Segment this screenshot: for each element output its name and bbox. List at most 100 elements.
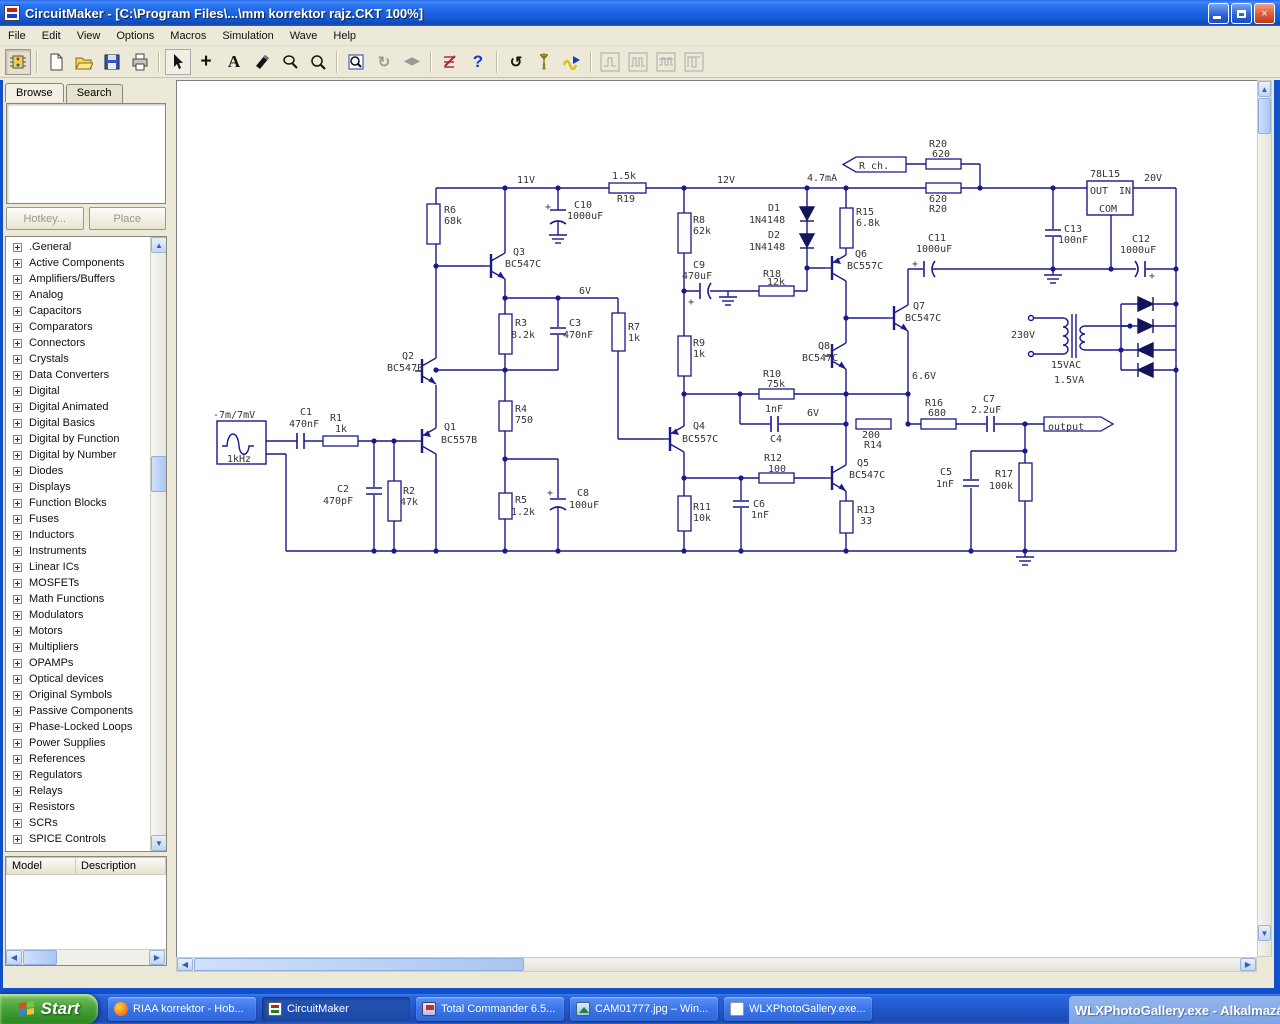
expand-plus-icon[interactable] xyxy=(13,738,22,748)
expand-plus-icon[interactable] xyxy=(13,482,22,492)
tree-item-opamps[interactable]: OPAMPs xyxy=(6,655,150,671)
taskbar-button-circuitmaker[interactable]: CircuitMaker xyxy=(262,997,410,1021)
zoom-window-icon[interactable] xyxy=(343,49,369,75)
expand-plus-icon[interactable] xyxy=(13,434,22,444)
close-button[interactable]: × xyxy=(1254,3,1275,24)
expand-plus-icon[interactable] xyxy=(13,306,22,316)
tab-search[interactable]: Search xyxy=(65,84,123,103)
taskbar-button-window[interactable]: WLXPhotoGallery.exe... xyxy=(724,997,872,1021)
expand-plus-icon[interactable] xyxy=(13,754,22,764)
canvas-vscrollbar[interactable]: ▲ ▼ xyxy=(1257,80,1272,957)
expand-plus-icon[interactable] xyxy=(13,370,22,380)
model-scroll-right-icon[interactable]: ▶ xyxy=(149,950,165,965)
expand-plus-icon[interactable] xyxy=(13,706,22,716)
expand-plus-icon[interactable] xyxy=(13,578,22,588)
minimize-button[interactable] xyxy=(1208,3,1229,24)
save-file-icon[interactable] xyxy=(99,49,125,75)
expand-plus-icon[interactable] xyxy=(13,610,22,620)
expand-plus-icon[interactable] xyxy=(13,402,22,412)
canvas-scroll-right-icon[interactable]: ▶ xyxy=(1240,958,1256,971)
model-scroll-left-icon[interactable]: ◀ xyxy=(6,950,22,965)
tree-item-optical-devices[interactable]: Optical devices xyxy=(6,671,150,687)
select-tool-icon[interactable] xyxy=(165,48,191,75)
tree-item-digital[interactable]: Digital xyxy=(6,383,150,399)
tree-item-amplifiers-buffers[interactable]: Amplifiers/Buffers xyxy=(6,271,150,287)
expand-plus-icon[interactable] xyxy=(13,530,22,540)
tree-item-digital-animated[interactable]: Digital Animated xyxy=(6,399,150,415)
expand-plus-icon[interactable] xyxy=(13,418,22,428)
expand-plus-icon[interactable] xyxy=(13,466,22,476)
expand-plus-icon[interactable] xyxy=(13,786,22,796)
tree-item-diodes[interactable]: Diodes xyxy=(6,463,150,479)
background-window-titlebar[interactable]: WLXPhotoGallery.exe - Alkalmazá xyxy=(1069,996,1280,1024)
menu-view[interactable]: View xyxy=(69,28,109,44)
expand-plus-icon[interactable] xyxy=(13,818,22,828)
tree-item-power-supplies[interactable]: Power Supplies xyxy=(6,735,150,751)
tree-item-passive-components[interactable]: Passive Components xyxy=(6,703,150,719)
expand-plus-icon[interactable] xyxy=(13,274,22,284)
tree-item-math-functions[interactable]: Math Functions xyxy=(6,591,150,607)
text-tool-icon[interactable]: A xyxy=(221,49,247,75)
expand-plus-icon[interactable] xyxy=(13,802,22,812)
tree-item-comparators[interactable]: Comparators xyxy=(6,319,150,335)
tree-item-multipliers[interactable]: Multipliers xyxy=(6,639,150,655)
tree-item-original-symbols[interactable]: Original Symbols xyxy=(6,687,150,703)
expand-plus-icon[interactable] xyxy=(13,562,22,572)
expand-plus-icon[interactable] xyxy=(13,642,22,652)
taskbar-button-total-commander[interactable]: Total Commander 6.5... xyxy=(416,997,564,1021)
menu-help[interactable]: Help xyxy=(325,28,364,44)
tree-item-function-blocks[interactable]: Function Blocks xyxy=(6,495,150,511)
probe-tool-icon[interactable] xyxy=(277,49,303,75)
taskbar-button-image-viewer[interactable]: CAM01777.jpg – Win... xyxy=(570,997,718,1021)
tree-item-capacitors[interactable]: Capacitors xyxy=(6,303,150,319)
expand-plus-icon[interactable] xyxy=(13,322,22,332)
expand-plus-icon[interactable] xyxy=(13,498,22,508)
open-file-icon[interactable] xyxy=(71,49,97,75)
tree-item-mosfets[interactable]: MOSFETs xyxy=(6,575,150,591)
tree-item-active-components[interactable]: Active Components xyxy=(6,255,150,271)
new-file-icon[interactable] xyxy=(43,49,69,75)
browse-parts-icon[interactable] xyxy=(5,48,31,75)
tree-item-modulators[interactable]: Modulators xyxy=(6,607,150,623)
tree-item-displays[interactable]: Displays xyxy=(6,479,150,495)
expand-plus-icon[interactable] xyxy=(13,354,22,364)
tree-item-digital-by-function[interactable]: Digital by Function xyxy=(6,431,150,447)
tree-item-regulators[interactable]: Regulators xyxy=(6,767,150,783)
hotkey-button[interactable]: Hotkey... xyxy=(6,207,84,230)
menu-file[interactable]: File xyxy=(0,28,34,44)
canvas-hscroll-thumb[interactable] xyxy=(194,958,524,971)
menu-options[interactable]: Options xyxy=(108,28,162,44)
expand-plus-icon[interactable] xyxy=(13,290,22,300)
schematic-canvas[interactable]: -7m/7mV 1kHz C1 470nF R1 1k C2 470pF R2 47k Q1 BC55… xyxy=(176,80,1257,957)
tree-item-crystals[interactable]: Crystals xyxy=(6,351,150,367)
tree-item-relays[interactable]: Relays xyxy=(6,783,150,799)
tree-item-instruments[interactable]: Instruments xyxy=(6,543,150,559)
tab-browse[interactable]: Browse xyxy=(5,83,64,102)
maximize-button[interactable] xyxy=(1231,3,1252,24)
digital-analog-switch-icon[interactable] xyxy=(437,49,463,75)
expand-plus-icon[interactable] xyxy=(13,258,22,268)
zoom-tool-icon[interactable] xyxy=(305,49,331,75)
expand-plus-icon[interactable] xyxy=(13,722,22,732)
tree-item-linear-ics[interactable]: Linear ICs xyxy=(6,559,150,575)
menu-macros[interactable]: Macros xyxy=(162,28,214,44)
tree-scroll-down-icon[interactable]: ▼ xyxy=(151,835,166,851)
tree-item-digital-by-number[interactable]: Digital by Number xyxy=(6,447,150,463)
expand-plus-icon[interactable] xyxy=(13,546,22,556)
tree-item-data-converters[interactable]: Data Converters xyxy=(6,367,150,383)
tree-item-fuses[interactable]: Fuses xyxy=(6,511,150,527)
expand-plus-icon[interactable] xyxy=(13,242,22,252)
rotate-icon[interactable]: ↻ xyxy=(371,49,397,75)
model-scroll-thumb[interactable] xyxy=(23,950,57,965)
expand-plus-icon[interactable] xyxy=(13,338,22,348)
preferences-wrench-icon[interactable] xyxy=(531,49,557,75)
tree-item--general[interactable]: .General xyxy=(6,239,150,255)
menu-wave[interactable]: Wave xyxy=(282,28,326,44)
canvas-hscrollbar[interactable]: ◀ ▶ xyxy=(176,957,1257,972)
tree-item-phase-locked-loops[interactable]: Phase-Locked Loops xyxy=(6,719,150,735)
expand-plus-icon[interactable] xyxy=(13,834,22,844)
print-icon[interactable] xyxy=(127,49,153,75)
canvas-scroll-left-icon[interactable]: ◀ xyxy=(177,958,193,971)
expand-plus-icon[interactable] xyxy=(13,658,22,668)
model-column-header[interactable]: Model xyxy=(6,857,76,875)
